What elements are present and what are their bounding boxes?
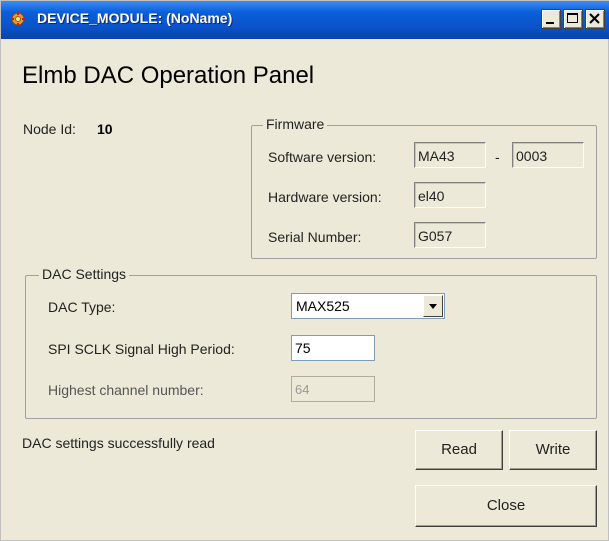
close-button[interactable] (585, 9, 605, 29)
maximize-icon (567, 13, 578, 23)
dac-type-dropdown-button[interactable] (423, 295, 443, 317)
highest-channel-field: 64 (291, 376, 375, 402)
node-id-label: Node Id: (23, 121, 76, 137)
minimize-button[interactable] (541, 9, 561, 29)
close-button-label: Close (486, 497, 526, 514)
software-version-label: Software version: (268, 149, 377, 165)
dialog-window: DEVICE_MODULE: (NoName) Elmb DAC Operati… (0, 0, 609, 541)
dac-type-select[interactable]: MAX525 (291, 293, 445, 319)
software-revision-field: 0003 (512, 142, 584, 168)
read-button[interactable]: Read (415, 430, 503, 470)
spi-sclk-input[interactable]: 75 (291, 335, 375, 361)
read-button-label: Read (441, 441, 477, 458)
software-version-separator: - (495, 149, 500, 165)
maximize-button[interactable] (563, 9, 583, 29)
minimize-icon (546, 22, 554, 24)
dac-type-value: MAX525 (296, 298, 350, 314)
hardware-version-field: el40 (414, 182, 486, 208)
dac-settings-group-title: DAC Settings (39, 266, 130, 282)
software-version-field: MA43 (414, 142, 486, 168)
write-button-label: Write (535, 441, 571, 458)
spi-sclk-label: SPI SCLK Signal High Period: (48, 341, 235, 357)
gear-icon (11, 12, 25, 26)
hardware-version-label: Hardware version: (268, 189, 382, 205)
chevron-down-icon (429, 304, 437, 309)
node-id-value: 10 (97, 121, 113, 137)
serial-number-field: G057 (414, 222, 486, 248)
write-button[interactable]: Write (509, 430, 597, 470)
panel-heading: Elmb DAC Operation Panel (22, 62, 315, 89)
close-dialog-button[interactable]: Close (415, 485, 597, 527)
highest-channel-label: Highest channel number: (48, 382, 204, 398)
close-icon (589, 13, 600, 24)
title-bar[interactable]: DEVICE_MODULE: (NoName) (1, 1, 609, 39)
window-title: DEVICE_MODULE: (NoName) (37, 10, 233, 26)
firmware-group-title: Firmware (263, 116, 328, 132)
status-message: DAC settings successfully read (22, 435, 215, 451)
serial-number-label: Serial Number: (268, 229, 362, 245)
dac-type-label: DAC Type: (48, 299, 116, 315)
